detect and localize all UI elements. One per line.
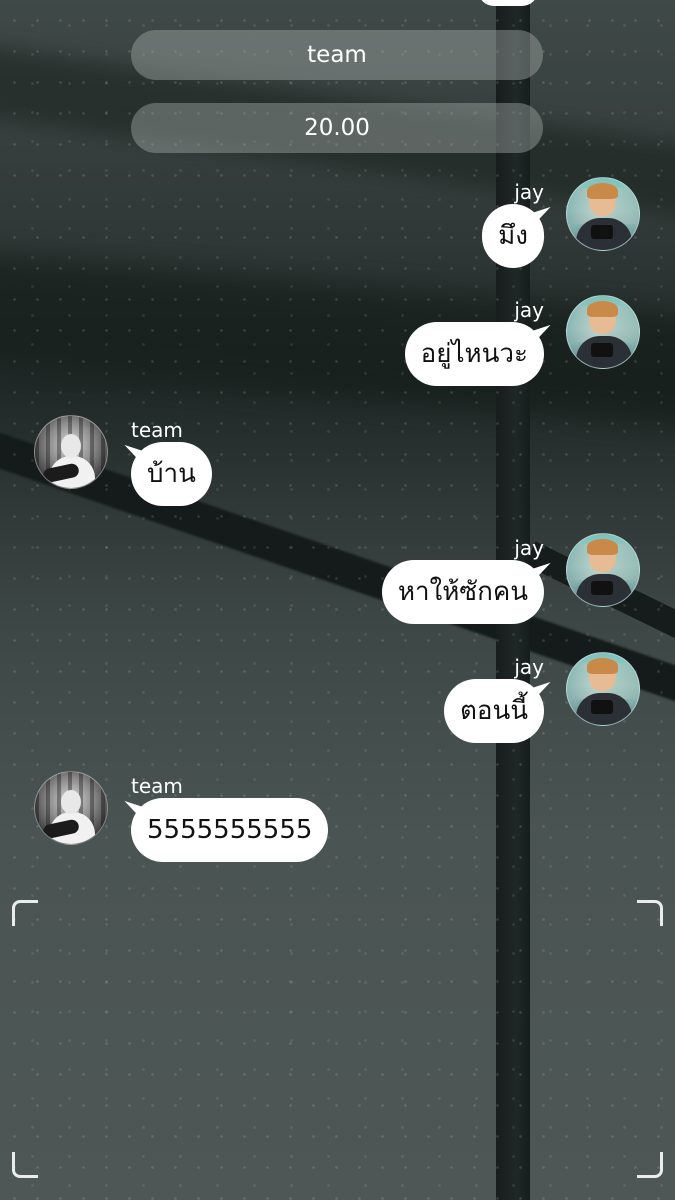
sender-name: jay	[514, 298, 544, 322]
chat-time-pill: 20.00	[131, 103, 543, 153]
message-bubble[interactable]: ตอนนี้	[443, 679, 544, 743]
frame-corner-top-right	[637, 900, 663, 926]
avatar[interactable]	[566, 177, 640, 251]
sender-name: team	[131, 774, 183, 798]
message-row: jay ตอนนี้	[0, 652, 675, 762]
avatar[interactable]	[34, 415, 108, 489]
frame-corner-bottom-left	[12, 1152, 38, 1178]
avatar[interactable]	[566, 533, 640, 607]
message-bubble[interactable]: บ้าน	[131, 442, 212, 506]
avatar[interactable]	[566, 652, 640, 726]
message-row: jay หาให้ซักคน	[0, 533, 675, 643]
message-bubble[interactable]: อยู่ไหนวะ	[404, 322, 544, 386]
avatar[interactable]	[34, 771, 108, 845]
message-row: team 5555555555	[0, 771, 675, 881]
frame-corner-bottom-right	[637, 1152, 663, 1178]
sender-name: jay	[514, 536, 544, 560]
message-bubble[interactable]: หาให้ซักคน	[381, 560, 544, 624]
message-row: jay มึง	[0, 177, 675, 287]
frame-corner-top-left	[12, 900, 38, 926]
sender-name: jay	[514, 180, 544, 204]
sender-name: team	[131, 418, 183, 442]
message-row: team บ้าน	[0, 415, 675, 525]
chat-group-name-pill: team	[131, 30, 543, 80]
message-row: jay อยู่ไหนวะ	[0, 295, 675, 405]
message-bubble[interactable]: มึง	[482, 204, 544, 268]
avatar[interactable]	[566, 295, 640, 369]
message-bubble[interactable]: 5555555555	[131, 798, 329, 862]
sender-name: jay	[514, 655, 544, 679]
